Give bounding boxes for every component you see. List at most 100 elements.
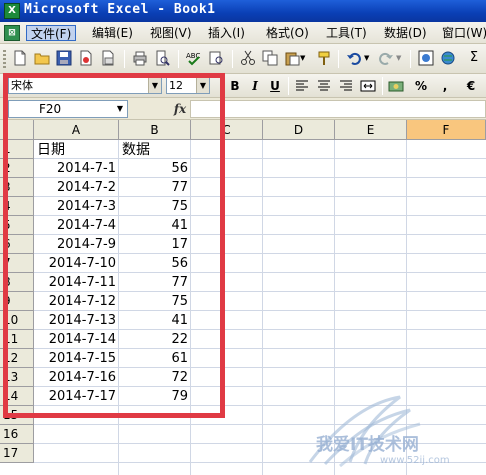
- cell-b1[interactable]: 数据: [119, 140, 191, 160]
- cell-date[interactable]: 2014-7-1: [34, 159, 119, 178]
- menu-edit[interactable]: 编辑(E): [88, 25, 137, 41]
- align-left-icon[interactable]: [294, 78, 310, 94]
- column-header-c[interactable]: C: [191, 120, 263, 140]
- cell-a1[interactable]: 日期: [34, 140, 119, 160]
- select-all-corner[interactable]: [0, 120, 34, 140]
- row-header-7[interactable]: 7: [0, 254, 34, 273]
- cell-date[interactable]: 2014-7-10: [34, 254, 119, 273]
- column-header-f[interactable]: F: [407, 120, 486, 140]
- cell-value[interactable]: 56: [119, 254, 191, 273]
- insert-hyperlink-icon[interactable]: [418, 50, 434, 66]
- menu-tools[interactable]: 工具(T): [322, 25, 371, 41]
- column-header-e[interactable]: E: [335, 120, 407, 140]
- cell-value[interactable]: 75: [119, 292, 191, 311]
- name-box[interactable]: F20 ▼: [8, 100, 128, 118]
- row-header-9[interactable]: 9: [0, 292, 34, 311]
- menu-insert[interactable]: 插入(I): [204, 25, 249, 41]
- excel-app-icon[interactable]: X: [4, 3, 20, 19]
- row-header-8[interactable]: 8: [0, 273, 34, 292]
- comma-style-button[interactable]: ,: [436, 77, 454, 95]
- chevron-down-icon[interactable]: ▼: [148, 78, 161, 93]
- row-header-15[interactable]: 15: [0, 406, 34, 425]
- font-size-combo[interactable]: 12 ▼: [166, 77, 210, 94]
- row-header-3[interactable]: 3: [0, 178, 34, 197]
- cell-date[interactable]: 2014-7-2: [34, 178, 119, 197]
- cell-date[interactable]: 2014-7-11: [34, 273, 119, 292]
- paste-icon[interactable]: [284, 50, 300, 66]
- cell-date[interactable]: 2014-7-16: [34, 368, 119, 387]
- permission-icon[interactable]: [78, 50, 94, 66]
- web-globe-icon[interactable]: [440, 50, 456, 66]
- column-header-d[interactable]: D: [263, 120, 335, 140]
- worksheet-grid[interactable]: A B C D E F 1 2 3 4 5 6 7 8 9 10 11 12 13 14 15 16 17 日期…: [0, 120, 486, 475]
- cell-date[interactable]: 2014-7-17: [34, 387, 119, 406]
- redo-icon[interactable]: [378, 50, 394, 66]
- paste-dropdown-icon[interactable]: ▼: [300, 50, 308, 66]
- cell-value[interactable]: 56: [119, 159, 191, 178]
- menu-data[interactable]: 数据(D): [380, 25, 431, 41]
- menu-format[interactable]: 格式(O): [262, 25, 313, 41]
- align-center-icon[interactable]: [316, 78, 332, 94]
- new-document-icon[interactable]: [12, 50, 28, 66]
- italic-button[interactable]: I: [246, 77, 264, 95]
- cell-value[interactable]: 77: [119, 178, 191, 197]
- row-header-16[interactable]: 16: [0, 425, 34, 444]
- font-name-combo[interactable]: 宋体 ▼: [8, 77, 162, 94]
- column-header-a[interactable]: A: [34, 120, 119, 140]
- formula-input[interactable]: [190, 100, 486, 118]
- row-header-13[interactable]: 13: [0, 368, 34, 387]
- cut-icon[interactable]: [240, 50, 256, 66]
- cell-value[interactable]: 61: [119, 349, 191, 368]
- cell-value[interactable]: 79: [119, 387, 191, 406]
- cell-date[interactable]: 2014-7-9: [34, 235, 119, 254]
- underline-button[interactable]: U: [266, 77, 284, 95]
- insert-function-icon[interactable]: fx: [172, 101, 188, 117]
- row-header-10[interactable]: 10: [0, 311, 34, 330]
- copy-icon[interactable]: [262, 50, 278, 66]
- cell-value[interactable]: 41: [119, 216, 191, 235]
- workbook-icon[interactable]: ⊠: [4, 25, 20, 41]
- align-right-icon[interactable]: [338, 78, 354, 94]
- cell-date[interactable]: 2014-7-13: [34, 311, 119, 330]
- research-icon[interactable]: [208, 50, 224, 66]
- undo-icon[interactable]: [346, 50, 362, 66]
- undo-dropdown-icon[interactable]: ▼: [364, 50, 372, 66]
- spelling-icon[interactable]: ABC: [186, 50, 202, 66]
- cell-date[interactable]: 2014-7-14: [34, 330, 119, 349]
- row-header-11[interactable]: 11: [0, 330, 34, 349]
- redo-dropdown-icon[interactable]: ▼: [396, 50, 404, 66]
- row-header-1[interactable]: 1: [0, 140, 34, 159]
- print-preview-icon[interactable]: [154, 50, 170, 66]
- email-icon[interactable]: [100, 50, 116, 66]
- row-header-12[interactable]: 12: [0, 349, 34, 368]
- row-header-17[interactable]: 17: [0, 444, 34, 463]
- cell-value[interactable]: 41: [119, 311, 191, 330]
- chevron-down-icon[interactable]: ▼: [113, 101, 127, 117]
- cell-value[interactable]: 75: [119, 197, 191, 216]
- menu-file[interactable]: 文件(F): [26, 25, 77, 41]
- cell-date[interactable]: 2014-7-12: [34, 292, 119, 311]
- column-header-b[interactable]: B: [119, 120, 191, 140]
- euro-button[interactable]: €: [462, 77, 480, 95]
- row-header-5[interactable]: 5: [0, 216, 34, 235]
- percent-style-button[interactable]: %: [412, 77, 430, 95]
- currency-icon[interactable]: [388, 78, 404, 94]
- cell-date[interactable]: 2014-7-3: [34, 197, 119, 216]
- autosum-icon[interactable]: Σ: [466, 50, 482, 66]
- open-folder-icon[interactable]: [34, 50, 50, 66]
- cell-value[interactable]: 72: [119, 368, 191, 387]
- merge-center-icon[interactable]: [360, 78, 376, 94]
- chevron-down-icon[interactable]: ▼: [196, 78, 209, 93]
- cell-value[interactable]: 22: [119, 330, 191, 349]
- row-header-4[interactable]: 4: [0, 197, 34, 216]
- row-header-2[interactable]: 2: [0, 159, 34, 178]
- menu-window[interactable]: 窗口(W): [438, 25, 486, 41]
- cell-value[interactable]: 17: [119, 235, 191, 254]
- menu-view[interactable]: 视图(V): [146, 25, 196, 41]
- cell-date[interactable]: 2014-7-4: [34, 216, 119, 235]
- toolbar-grip[interactable]: [3, 50, 6, 68]
- cell-date[interactable]: 2014-7-15: [34, 349, 119, 368]
- bold-button[interactable]: B: [226, 77, 244, 95]
- row-header-14[interactable]: 14: [0, 387, 34, 406]
- save-icon[interactable]: [56, 50, 72, 66]
